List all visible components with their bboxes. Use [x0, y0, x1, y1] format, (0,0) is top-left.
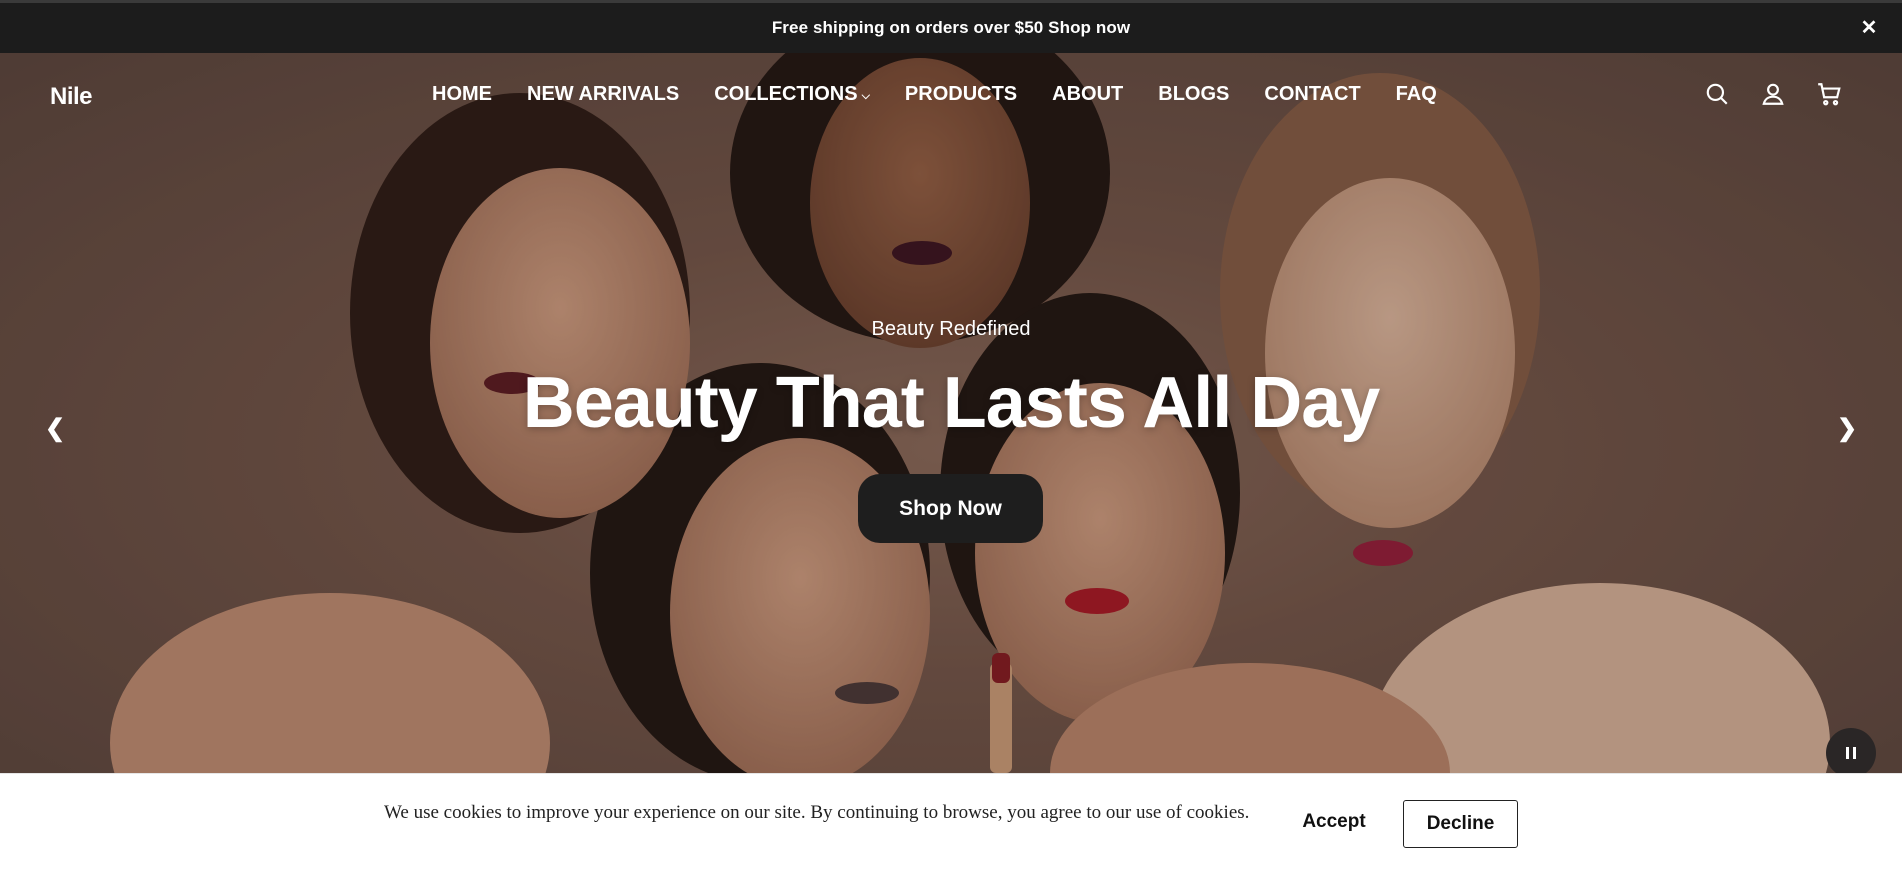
cookie-banner: We use cookies to improve your experienc… — [0, 773, 1902, 871]
nav-label: HOME — [432, 83, 492, 105]
decline-button[interactable]: Decline — [1403, 800, 1518, 848]
nav-contact[interactable]: CONTACT — [1264, 83, 1360, 106]
cookie-message: We use cookies to improve your experienc… — [384, 802, 1250, 823]
site-header: Nile HOME NEW ARRIVALS COLLECTIONS ⌵ PROD… — [0, 53, 1902, 139]
nav-about[interactable]: ABOUT — [1052, 83, 1123, 106]
hero-eyebrow: Beauty Redefined — [871, 318, 1031, 340]
nav-blogs[interactable]: BLOGS — [1158, 83, 1229, 106]
cart-icon[interactable] — [1816, 81, 1842, 107]
site-logo[interactable]: Nile — [50, 83, 93, 111]
pause-button[interactable] — [1826, 728, 1876, 778]
nav-label: PRODUCTS — [904, 83, 1018, 105]
pause-icon — [1853, 747, 1856, 759]
slider-next-arrow[interactable]: ❯ — [1832, 414, 1862, 443]
hero-headline: Beauty That Lasts All Day — [522, 363, 1381, 443]
announcement-bar: Free shipping on orders over $50 Shop no… — [0, 0, 1902, 53]
nav-label: FAQ — [1395, 83, 1437, 105]
search-icon[interactable] — [1704, 81, 1730, 107]
shop-now-button[interactable]: Shop Now — [858, 474, 1043, 543]
nav-label: BLOGS — [1158, 83, 1230, 105]
nav-label: ABOUT — [1052, 83, 1124, 105]
nav-new-arrivals[interactable]: NEW ARRIVALS — [527, 83, 679, 106]
announcement-text[interactable]: Free shipping on orders over $50 Shop no… — [772, 18, 1130, 38]
accept-button[interactable]: Accept — [1290, 801, 1378, 843]
nav-label: COLLECTIONS — [714, 83, 858, 105]
account-icon[interactable] — [1760, 81, 1786, 107]
chevron-down-icon: ⌵ — [861, 89, 870, 102]
nav-collections[interactable]: COLLECTIONS ⌵ — [714, 83, 870, 106]
header-icons — [1704, 81, 1842, 107]
nav-label: NEW ARRIVALS — [527, 83, 680, 105]
pause-icon — [1846, 747, 1849, 759]
nav-products[interactable]: PRODUCTS — [905, 83, 1017, 106]
main-nav: HOME NEW ARRIVALS COLLECTIONS ⌵ PRODUCTS … — [432, 83, 1437, 106]
close-icon[interactable]: ✕ — [1856, 15, 1882, 41]
nav-faq[interactable]: FAQ — [1396, 83, 1437, 106]
nav-label: CONTACT — [1264, 83, 1361, 105]
nav-home[interactable]: HOME — [432, 83, 492, 106]
slider-prev-arrow[interactable]: ❮ — [40, 414, 70, 443]
